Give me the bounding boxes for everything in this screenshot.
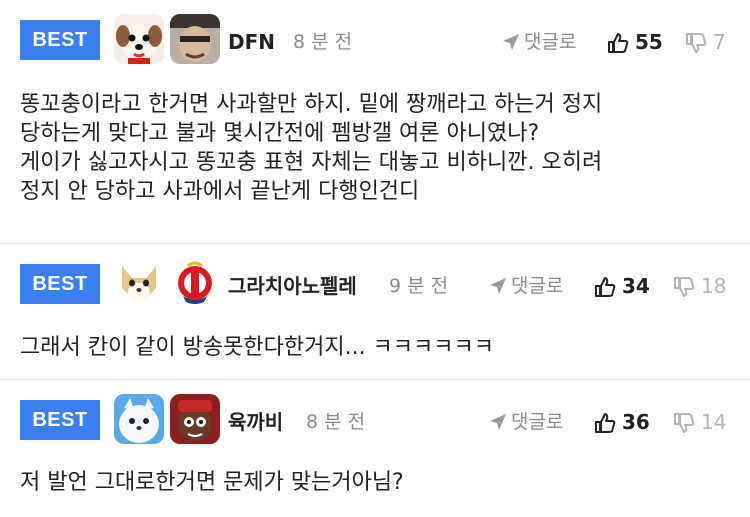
thumbs-up-icon: [608, 33, 629, 53]
comment-line: 그래서 칸이 같이 방송못한다한거지... ㅋㅋㅋㅋㅋㅋ: [20, 335, 494, 360]
thumbs-up-icon: [595, 277, 616, 297]
club-crest-icon[interactable]: [170, 258, 220, 308]
dislike-button[interactable]: 18: [673, 244, 726, 328]
best-badge: BEST: [20, 264, 100, 304]
like-button[interactable]: 55: [607, 0, 663, 84]
like-count: 36: [622, 410, 650, 434]
comment-item: BEST 그라치아노펠레 9 분 전 댓글로 34 18 그래서 칸이 같이 방…: [0, 244, 750, 380]
dislike-button[interactable]: 7: [685, 0, 726, 84]
reply-button[interactable]: 댓글로: [489, 380, 563, 464]
comment-line: 정지 안 당하고 사과에서 끝난게 다행인건디: [20, 179, 420, 204]
thumbs-up-icon: [595, 413, 616, 433]
timestamp: 8 분 전: [306, 411, 366, 433]
best-badge: BEST: [20, 20, 100, 60]
reply-label: 댓글로: [524, 31, 577, 53]
like-count: 55: [635, 30, 663, 54]
timestamp: 9 분 전: [389, 275, 449, 297]
avatar-pomeranian[interactable]: [114, 394, 164, 444]
comment-line: 똥꼬충이라고 한거면 사과할만 하지. 밑에 짱깨라고 하는거 정지: [20, 92, 603, 117]
reply-label: 댓글로: [511, 275, 564, 297]
send-arrow-icon: [490, 278, 506, 294]
dislike-button[interactable]: 14: [673, 380, 726, 464]
nickname[interactable]: 육까비: [228, 380, 283, 464]
send-arrow-icon: [503, 34, 519, 50]
dislike-count: 18: [701, 274, 727, 298]
comment-line: 당하는게 맞다고 불과 몇시간전에 펨방갤 여론 아니였나?: [20, 121, 540, 146]
timestamp: 8 분 전: [293, 31, 353, 53]
dislike-count: 7: [713, 30, 726, 54]
reply-button[interactable]: 댓글로: [489, 244, 563, 328]
nickname[interactable]: DFN: [228, 0, 275, 84]
avatar-photo[interactable]: [170, 14, 220, 64]
comment-line: 저 발언 그대로한거면 문제가 맞는거아님?: [20, 470, 404, 495]
avatar-cat[interactable]: [114, 258, 164, 308]
thumbs-down-icon: [674, 277, 695, 297]
like-button[interactable]: 34: [594, 244, 650, 328]
like-count: 34: [622, 274, 650, 298]
comment-item: BEST DFN 8 분 전 댓글로 55 7 똥꼬충이라고 한거면 사과할만 …: [0, 0, 750, 244]
send-arrow-icon: [490, 414, 506, 430]
best-badge: BEST: [20, 400, 100, 440]
comment-text: 저 발언 그대로한거면 문제가 맞는거아님?: [20, 468, 404, 497]
comment-text: 그래서 칸이 같이 방송못한다한거지... ㅋㅋㅋㅋㅋㅋ: [20, 333, 494, 362]
dislike-count: 14: [701, 410, 727, 434]
thumbs-down-icon: [674, 413, 695, 433]
thumbs-down-icon: [686, 33, 707, 53]
like-button[interactable]: 36: [594, 380, 650, 464]
avatar-dog[interactable]: [114, 14, 164, 64]
reply-label: 댓글로: [511, 411, 564, 433]
comment-text: 똥꼬충이라고 한거면 사과할만 하지. 밑에 짱깨라고 하는거 정지 당하는게 …: [20, 90, 602, 206]
reply-button[interactable]: 댓글로: [502, 0, 576, 84]
comment-item: BEST 육까비 8 분 전 댓글로 36 14 저 발언 그대로한거면 문제가…: [0, 380, 750, 517]
avatar-cartoon[interactable]: [170, 394, 220, 444]
nickname[interactable]: 그라치아노펠레: [228, 244, 357, 328]
comment-line: 게이가 싫고자시고 똥꼬충 표현 자체는 대놓고 비하니깐. 오히려: [20, 150, 603, 175]
